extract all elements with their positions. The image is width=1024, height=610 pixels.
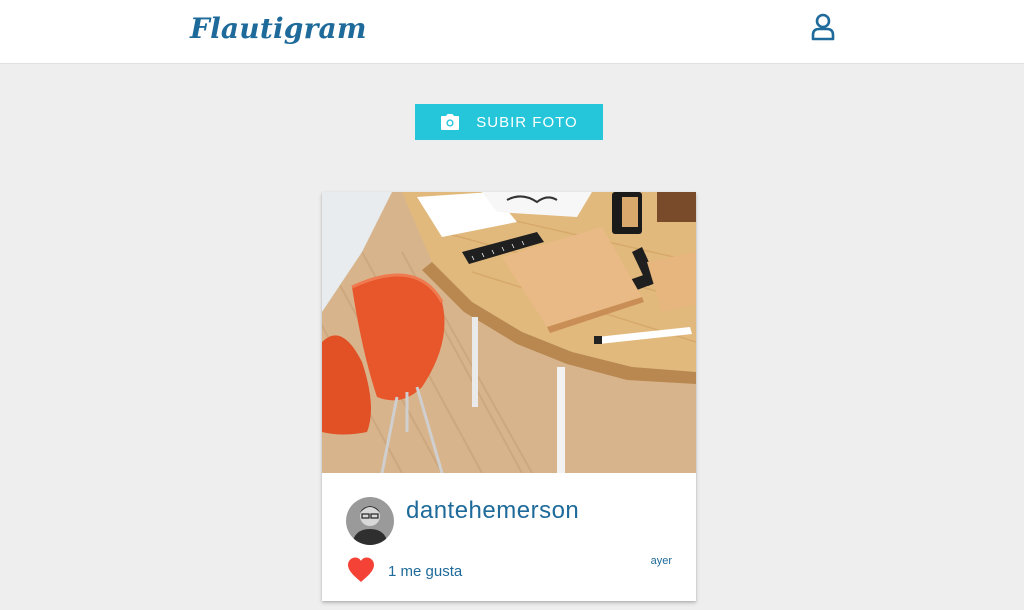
user-icon: [811, 13, 835, 41]
heart-icon: [348, 557, 374, 582]
post-card: dantehemerson ayer 1 me gusta: [322, 192, 696, 601]
post-timestamp: ayer: [650, 555, 672, 567]
top-navbar: Flautigram: [0, 0, 1024, 64]
like-button[interactable]: [346, 556, 376, 584]
author-avatar[interactable]: [346, 497, 394, 545]
author-username[interactable]: dantehemerson: [406, 497, 579, 525]
upload-photo-button[interactable]: SUBIR FOTO: [415, 104, 603, 140]
profile-button[interactable]: [810, 13, 836, 41]
camera-icon: [441, 114, 460, 130]
likes-count: 1 me gusta: [388, 563, 463, 580]
brand-logo[interactable]: Flautigram: [190, 12, 367, 45]
upload-photo-label: SUBIR FOTO: [476, 113, 578, 131]
post-photo[interactable]: [322, 192, 696, 473]
